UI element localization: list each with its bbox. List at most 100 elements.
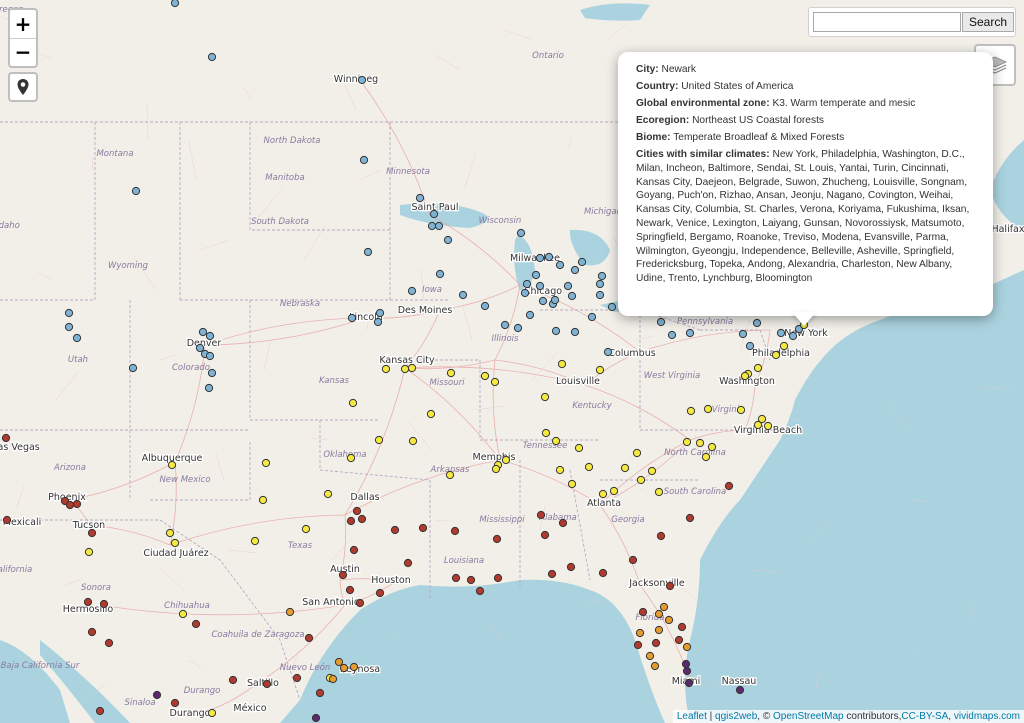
city-marker-blue[interactable] bbox=[570, 265, 580, 275]
city-marker-yellow[interactable] bbox=[167, 460, 177, 470]
city-marker-blue[interactable] bbox=[347, 313, 357, 323]
city-marker-red[interactable] bbox=[346, 516, 356, 526]
city-marker-yellow[interactable] bbox=[501, 455, 511, 465]
city-marker-yellow[interactable] bbox=[348, 398, 358, 408]
city-marker-orange[interactable] bbox=[650, 661, 660, 671]
city-marker-red[interactable] bbox=[99, 599, 109, 609]
city-marker-red[interactable] bbox=[95, 706, 105, 716]
city-marker-yellow[interactable] bbox=[701, 452, 711, 462]
city-marker-red[interactable] bbox=[493, 573, 503, 583]
city-marker-yellow[interactable] bbox=[609, 486, 619, 496]
city-marker-red[interactable] bbox=[656, 531, 666, 541]
city-marker-yellow[interactable] bbox=[636, 475, 646, 485]
city-marker-yellow[interactable] bbox=[557, 359, 567, 369]
city-marker-yellow[interactable] bbox=[490, 377, 500, 387]
zoom-in-button[interactable]: + bbox=[10, 10, 36, 39]
city-marker-orange[interactable] bbox=[328, 674, 338, 684]
city-marker-purple[interactable] bbox=[735, 685, 745, 695]
city-marker-yellow[interactable] bbox=[703, 404, 713, 414]
city-marker-yellow[interactable] bbox=[595, 365, 605, 375]
city-marker-orange[interactable] bbox=[285, 607, 295, 617]
city-marker-yellow[interactable] bbox=[647, 466, 657, 476]
city-marker-yellow[interactable] bbox=[682, 437, 692, 447]
city-marker-red[interactable] bbox=[191, 619, 201, 629]
city-marker-yellow[interactable] bbox=[598, 489, 608, 499]
city-marker-red[interactable] bbox=[466, 575, 476, 585]
city-marker-red[interactable] bbox=[536, 510, 546, 520]
city-marker-blue[interactable] bbox=[597, 271, 607, 281]
city-marker-yellow[interactable] bbox=[323, 489, 333, 499]
city-marker-red[interactable] bbox=[87, 627, 97, 637]
leaflet-link[interactable]: Leaflet bbox=[677, 711, 707, 722]
city-marker-blue[interactable] bbox=[544, 252, 554, 262]
city-marker-blue[interactable] bbox=[577, 257, 587, 267]
city-marker-red[interactable] bbox=[450, 526, 460, 536]
city-marker-yellow[interactable] bbox=[84, 547, 94, 557]
city-marker-orange[interactable] bbox=[659, 602, 669, 612]
city-marker-yellow[interactable] bbox=[346, 453, 356, 463]
city-marker-red[interactable] bbox=[598, 568, 608, 578]
city-marker-blue[interactable] bbox=[198, 327, 208, 337]
city-marker-red[interactable] bbox=[352, 506, 362, 516]
city-marker-yellow[interactable] bbox=[555, 465, 565, 475]
license-link[interactable]: CC-BY-SA bbox=[901, 711, 948, 722]
city-marker-yellow[interactable] bbox=[707, 442, 717, 452]
city-marker-blue[interactable] bbox=[170, 0, 180, 8]
city-marker-purple[interactable] bbox=[684, 678, 694, 688]
city-marker-blue[interactable] bbox=[587, 312, 597, 322]
city-marker-yellow[interactable] bbox=[779, 341, 789, 351]
city-marker-blue[interactable] bbox=[738, 329, 748, 339]
city-marker-orange[interactable] bbox=[682, 642, 692, 652]
city-marker-blue[interactable] bbox=[64, 308, 74, 318]
osm-link[interactable]: OpenStreetMap bbox=[773, 711, 844, 722]
city-marker-blue[interactable] bbox=[128, 363, 138, 373]
city-marker-blue[interactable] bbox=[788, 331, 798, 341]
city-marker-red[interactable] bbox=[540, 530, 550, 540]
city-marker-red[interactable] bbox=[451, 573, 461, 583]
city-marker-red[interactable] bbox=[651, 638, 661, 648]
city-marker-blue[interactable] bbox=[427, 221, 437, 231]
city-marker-red[interactable] bbox=[292, 673, 302, 683]
city-marker-blue[interactable] bbox=[595, 290, 605, 300]
city-marker-purple[interactable] bbox=[681, 659, 691, 669]
city-marker-orange[interactable] bbox=[664, 615, 674, 625]
city-marker-blue[interactable] bbox=[745, 341, 755, 351]
city-marker-blue[interactable] bbox=[195, 343, 205, 353]
city-marker-blue[interactable] bbox=[603, 347, 613, 357]
city-marker-blue[interactable] bbox=[551, 326, 561, 336]
city-marker-red[interactable] bbox=[547, 569, 557, 579]
city-marker-yellow[interactable] bbox=[445, 470, 455, 480]
city-marker-yellow[interactable] bbox=[446, 368, 456, 378]
city-marker-blue[interactable] bbox=[500, 320, 510, 330]
city-marker-red[interactable] bbox=[375, 588, 385, 598]
city-marker-yellow[interactable] bbox=[178, 609, 188, 619]
city-marker-yellow[interactable] bbox=[261, 458, 271, 468]
city-marker-red[interactable] bbox=[628, 555, 638, 565]
city-marker-yellow[interactable] bbox=[480, 371, 490, 381]
city-marker-blue[interactable] bbox=[563, 281, 573, 291]
city-marker-red[interactable] bbox=[87, 528, 97, 538]
city-marker-blue[interactable] bbox=[776, 328, 786, 338]
city-marker-yellow[interactable] bbox=[381, 364, 391, 374]
city-marker-orange[interactable] bbox=[635, 628, 645, 638]
city-marker-yellow[interactable] bbox=[258, 495, 268, 505]
qgis2web-link[interactable]: qgis2web bbox=[715, 711, 757, 722]
city-marker-blue[interactable] bbox=[72, 333, 82, 343]
search-input[interactable] bbox=[813, 12, 961, 32]
city-marker-yellow[interactable] bbox=[301, 524, 311, 534]
city-marker-blue[interactable] bbox=[535, 281, 545, 291]
city-marker-orange[interactable] bbox=[339, 663, 349, 673]
city-marker-red[interactable] bbox=[403, 558, 413, 568]
city-marker-blue[interactable] bbox=[535, 253, 545, 263]
city-marker-blue[interactable] bbox=[531, 270, 541, 280]
city-marker-blue[interactable] bbox=[435, 269, 445, 279]
city-marker-blue[interactable] bbox=[407, 286, 417, 296]
city-marker-blue[interactable] bbox=[205, 331, 215, 341]
city-marker-blue[interactable] bbox=[520, 288, 530, 298]
city-marker-red[interactable] bbox=[724, 481, 734, 491]
city-marker-red[interactable] bbox=[1, 433, 11, 443]
city-marker-orange[interactable] bbox=[334, 657, 344, 667]
city-marker-yellow[interactable] bbox=[551, 436, 561, 446]
city-marker-yellow[interactable] bbox=[170, 538, 180, 548]
city-marker-blue[interactable] bbox=[207, 52, 217, 62]
